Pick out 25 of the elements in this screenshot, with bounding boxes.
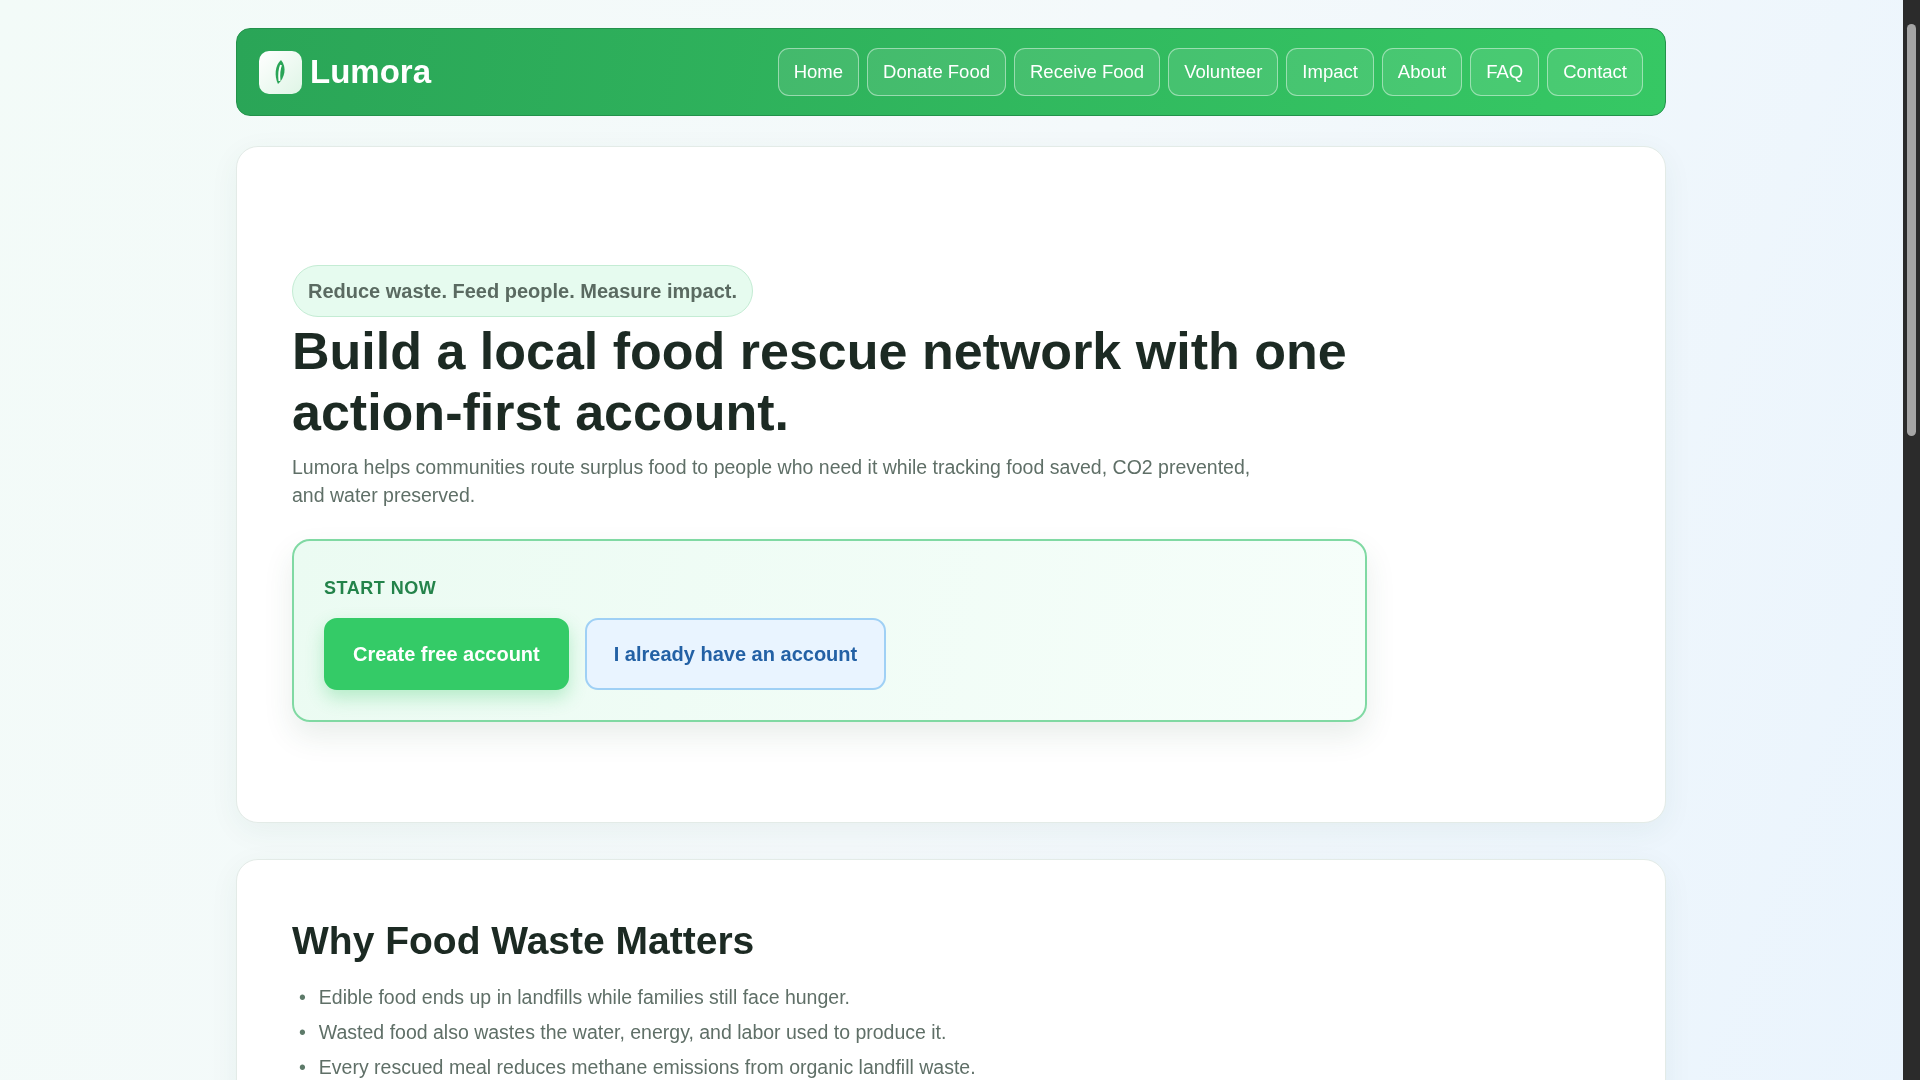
list-item: Wasted food also wastes the water, energy, and labor used to produce it.	[318, 1020, 947, 1046]
nav-link[interactable]: Impact	[1286, 47, 1374, 97]
nav-link[interactable]: FAQ	[1470, 47, 1540, 97]
hero-description: Lumora helps communities route surplus food to people who need it while tracking food saved, CO2 prevented, and water preserved.	[292, 454, 1252, 508]
cta-label: START NOW	[324, 577, 438, 601]
bullet: •	[299, 1020, 306, 1046]
hero-title: Build a local food rescue network with one action-first account.	[292, 321, 1348, 443]
bullet: •	[299, 985, 306, 1010]
create-account-button[interactable]: Create free account	[324, 618, 569, 691]
section-title: Why Food Waste Matters	[292, 918, 756, 965]
scrollbar-thumb[interactable]	[1907, 24, 1916, 436]
list-item: Edible food ends up in landfills while families still face hunger.	[318, 985, 850, 1010]
brand-name[interactable]: Lumora	[310, 47, 431, 97]
scrollbar[interactable]	[1903, 0, 1920, 1080]
tagline: Reduce waste. Feed people. Measure impact.	[292, 265, 754, 317]
nav-link[interactable]: About	[1381, 47, 1463, 97]
logo-icon	[259, 50, 302, 94]
nav-link[interactable]: Home	[777, 47, 859, 97]
nav-link[interactable]: Volunteer	[1168, 47, 1279, 97]
nav-link[interactable]: Donate Food	[867, 47, 1006, 97]
login-button[interactable]: I already have an account	[584, 618, 887, 691]
nav-link[interactable]: Receive Food	[1014, 47, 1161, 97]
nav-link[interactable]: Contact	[1547, 47, 1643, 97]
list-item: Every rescued meal reduces methane emissions from organic landfill waste.	[318, 1055, 976, 1080]
bullet: •	[299, 1055, 306, 1080]
